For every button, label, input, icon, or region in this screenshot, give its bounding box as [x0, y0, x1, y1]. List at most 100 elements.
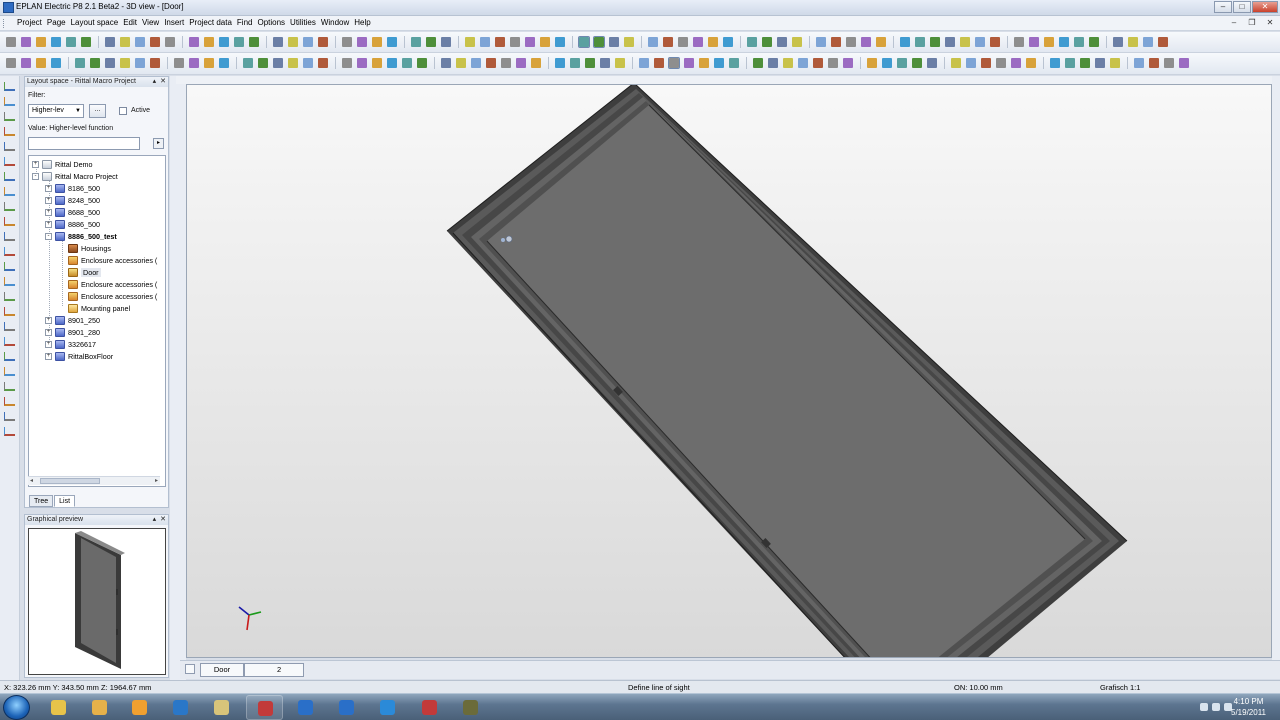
tree-expander-icon[interactable]: -	[45, 232, 52, 240]
toolbar-tool-icon[interactable]	[471, 58, 481, 68]
drawing-tool-icon[interactable]	[4, 127, 15, 136]
toolbar-tool-icon[interactable]	[273, 58, 283, 68]
tree-node[interactable]: +8886_500	[45, 218, 100, 230]
toolbar-tool-icon[interactable]	[624, 37, 634, 47]
tree-node[interactable]: - Rittal Macro Project	[32, 170, 118, 182]
toolbar-tool-icon[interactable]	[516, 58, 526, 68]
toolbar-tool-icon[interactable]	[1026, 58, 1036, 68]
toolbar-tool-icon[interactable]	[150, 58, 160, 68]
tool-icon[interactable]	[452, 695, 489, 720]
drawing-tool-icon[interactable]	[4, 367, 15, 376]
toolbar-tool-icon[interactable]	[486, 58, 496, 68]
toolbar-tool-icon[interactable]	[648, 37, 658, 47]
toolbar-tool-icon[interactable]	[876, 37, 886, 47]
toolbar-tool-icon[interactable]	[1014, 37, 1024, 47]
toolbar-tool-icon[interactable]	[21, 58, 31, 68]
toolbar-tool-icon[interactable]	[501, 58, 511, 68]
menu-find[interactable]: Find	[237, 18, 253, 27]
toolbar-tool-icon[interactable]	[915, 37, 925, 47]
toolbar-tool-icon[interactable]	[678, 37, 688, 47]
toolbar-tool-icon[interactable]	[578, 36, 590, 48]
toolbar-tool-icon[interactable]	[1113, 37, 1123, 47]
toolbar-tool-icon[interactable]	[1164, 58, 1174, 68]
tree-node[interactable]: +8901_280	[45, 326, 100, 338]
toolbar-tool-icon[interactable]	[1158, 37, 1168, 47]
toolbar-tool-icon[interactable]	[708, 37, 718, 47]
drawing-tool-icon[interactable]	[4, 217, 15, 226]
toolbar-tool-icon[interactable]	[762, 37, 772, 47]
drawing-tool-icon[interactable]	[4, 187, 15, 196]
toolbar-tool-icon[interactable]	[66, 37, 76, 47]
scroll-left-icon[interactable]: ◂	[30, 477, 33, 484]
drawing-tool-icon[interactable]	[4, 307, 15, 316]
drawing-tool-icon[interactable]	[4, 262, 15, 271]
panel-close-icon[interactable]: ✕	[160, 516, 166, 523]
toolbar-tool-icon[interactable]	[204, 58, 214, 68]
toolbar-tool-icon[interactable]	[120, 37, 130, 47]
menu-edit[interactable]: Edit	[123, 18, 137, 27]
drawing-tool-icon[interactable]	[4, 382, 15, 391]
toolbar-tool-icon[interactable]	[828, 58, 838, 68]
toolbar-tool-icon[interactable]	[36, 58, 46, 68]
toolbar-tool-icon[interactable]	[219, 58, 229, 68]
toolbar-tool-icon[interactable]	[51, 58, 61, 68]
toolbar-tool-icon[interactable]	[303, 58, 313, 68]
toolbar-tool-icon[interactable]	[105, 37, 115, 47]
toolbar-tool-icon[interactable]	[927, 58, 937, 68]
mdi-restore-button[interactable]: ❐	[1244, 17, 1260, 29]
notepad-icon[interactable]	[203, 695, 240, 720]
toolbar-tool-icon[interactable]	[150, 37, 160, 47]
drawing-tool-icon[interactable]	[4, 247, 15, 256]
toolbar-tool-icon[interactable]	[1029, 37, 1039, 47]
toolbar-tool-icon[interactable]	[273, 37, 283, 47]
toolbar-tool-icon[interactable]	[204, 37, 214, 47]
menu-project[interactable]: Project	[17, 18, 42, 27]
toolbar-tool-icon[interactable]	[1143, 37, 1153, 47]
media-player-icon[interactable]	[121, 695, 158, 720]
toolbar-tool-icon[interactable]	[441, 58, 451, 68]
toolbar-tool-icon[interactable]	[1149, 58, 1159, 68]
toolbar-tool-icon[interactable]	[798, 58, 808, 68]
toolbar-tool-icon[interactable]	[668, 57, 680, 69]
tab-tree[interactable]: Tree	[29, 495, 54, 507]
3d-viewport[interactable]	[186, 84, 1272, 658]
tree-expander-icon[interactable]: +	[45, 184, 52, 192]
apply-value-button[interactable]: ▸	[153, 138, 164, 149]
toolbar-tool-icon[interactable]	[960, 37, 970, 47]
toolbar-tool-icon[interactable]	[699, 58, 709, 68]
toolbar-tool-icon[interactable]	[1074, 37, 1084, 47]
toolbar-tool-icon[interactable]	[189, 58, 199, 68]
toolbar-tool-icon[interactable]	[6, 37, 16, 47]
drawing-tool-icon[interactable]	[4, 97, 15, 106]
toolbar-tool-icon[interactable]	[417, 58, 427, 68]
toolbar-tool-icon[interactable]	[525, 37, 535, 47]
drawing-tool-icon[interactable]	[4, 412, 15, 421]
tree-node[interactable]: +3326617	[45, 338, 96, 350]
drawing-tool-icon[interactable]	[4, 352, 15, 361]
toolbar-tool-icon[interactable]	[441, 37, 451, 47]
tree-node[interactable]: Mounting panel	[58, 302, 130, 314]
itunes-icon-2[interactable]	[328, 695, 365, 720]
drawing-tool-icon[interactable]	[4, 337, 15, 346]
toolbar-tool-icon[interactable]	[318, 37, 328, 47]
toolbar-tool-icon[interactable]	[372, 37, 382, 47]
menu-options[interactable]: Options	[257, 18, 285, 27]
tree-node[interactable]: Enclosure accessories (	[58, 290, 157, 302]
toolbar-tool-icon[interactable]	[1128, 37, 1138, 47]
tree-node[interactable]: + RittalBoxFloor	[45, 350, 113, 362]
drawing-tool-icon[interactable]	[4, 292, 15, 301]
menu-view[interactable]: View	[142, 18, 159, 27]
outlook-icon[interactable]	[162, 695, 199, 720]
toolbar-tool-icon[interactable]	[777, 37, 787, 47]
minimize-button[interactable]: –	[1214, 1, 1232, 13]
toolbar-tool-icon[interactable]	[555, 37, 565, 47]
toolbar-tool-icon[interactable]	[846, 37, 856, 47]
toolbar-tool-icon[interactable]	[555, 58, 565, 68]
toolbar-tool-icon[interactable]	[303, 37, 313, 47]
toolbar-tool-icon[interactable]	[882, 58, 892, 68]
toolbar-tool-icon[interactable]	[1065, 58, 1075, 68]
page-tab-2[interactable]: 2	[244, 663, 304, 677]
toolbar-tool-icon[interactable]	[867, 58, 877, 68]
tree-node[interactable]: Door	[58, 266, 101, 278]
toolbar-tool-icon[interactable]	[456, 58, 466, 68]
